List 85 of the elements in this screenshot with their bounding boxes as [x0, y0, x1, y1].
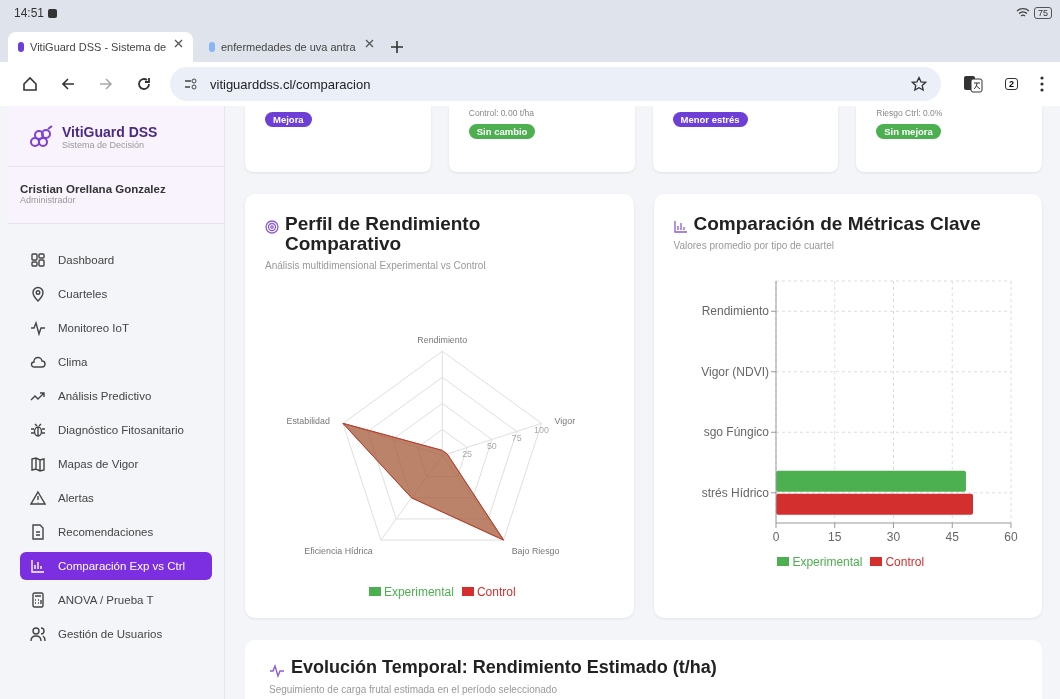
bug-icon [30, 422, 46, 438]
menu-icon[interactable] [1040, 76, 1044, 92]
notification-icon [48, 8, 58, 18]
favicon [209, 42, 215, 52]
close-icon[interactable] [174, 38, 183, 48]
document-icon [30, 524, 46, 540]
warning-icon [30, 490, 46, 506]
user-role: Administrador [20, 195, 77, 205]
axis-tick-label: 45 [945, 529, 959, 544]
axis-label: Estabilidad [286, 415, 330, 426]
nav-item[interactable]: Dashboard [20, 246, 212, 274]
battery-indicator: 75 [1034, 7, 1052, 19]
new-tab-icon[interactable] [390, 40, 404, 54]
axis-label: strés Hídrico [701, 485, 769, 500]
status-badge: Sin cambio [468, 124, 536, 139]
map-icon [30, 456, 46, 472]
dashboard-grid-icon [30, 252, 46, 268]
grapes-icon [28, 124, 54, 150]
axis-label: Eficiencia Hídrica [304, 545, 373, 556]
pulse-icon [30, 320, 46, 336]
home-icon[interactable] [22, 76, 38, 92]
status-badge: Menor estrés [672, 112, 748, 127]
bar-chart-icon [30, 558, 46, 574]
scale-label: 50 [486, 441, 497, 452]
card-title: Comparación de Métricas Clave [693, 214, 981, 234]
card-title: Perfil de Rendimiento Comparativo [285, 214, 482, 254]
scale-label: 25 [462, 449, 472, 460]
card-subtitle: Valores promedio por tipo de cuartel [673, 239, 835, 251]
axis-tick-label: 0 [772, 529, 780, 544]
scale-label: 75 [511, 433, 522, 444]
card-note: Control: 0.00 t/ha [468, 108, 534, 118]
nav-item[interactable]: Gestión de Usuarios [20, 620, 212, 648]
back-icon[interactable] [60, 76, 76, 92]
axis-label: Rendimiento [417, 335, 468, 346]
legend-item: Experimental [368, 584, 454, 599]
axis-tick-label: 60 [1004, 529, 1018, 544]
axis-label: Vigor (NDVI) [700, 364, 769, 379]
bar-chart-icon [673, 220, 688, 233]
cloud-icon [30, 354, 46, 370]
map-pin-icon [30, 286, 46, 302]
axis-tick-label: 15 [827, 529, 842, 544]
site-settings-icon[interactable] [184, 78, 198, 90]
nav-item[interactable]: ANOVA / Prueba T [20, 586, 212, 614]
bookmark-star-icon[interactable] [911, 76, 927, 92]
legend-item: Control [461, 584, 516, 599]
nav-item[interactable]: Alertas [20, 484, 212, 512]
calculator-icon [30, 592, 46, 608]
nav-item[interactable]: Clima [20, 348, 212, 376]
axis-label: sgo Fúngico [703, 425, 769, 440]
axis-label: Bajo Riesgo [511, 545, 560, 556]
axis-tick-label: 30 [886, 529, 900, 544]
reload-icon[interactable] [136, 76, 152, 92]
translate-icon[interactable] [963, 75, 983, 93]
nav-item[interactable]: Comparación Exp vs Ctrl [20, 552, 212, 580]
nav-item[interactable]: Cuarteles [20, 280, 212, 308]
card-title: Evolución Temporal: Rendimiento Estimado (t/ha) [291, 658, 717, 677]
nav-item[interactable]: Mapas de Vigor [20, 450, 212, 478]
nav-item[interactable]: Análisis Predictivo [20, 382, 212, 410]
card-note: Riesgo Ctrl: 0.0% [876, 108, 943, 118]
legend-item: Experimental [777, 554, 863, 569]
favicon [18, 42, 24, 52]
wifi-icon [1016, 8, 1030, 18]
status-badge: Mejora [265, 112, 312, 127]
address-bar[interactable]: vitiguarddss.cl/comparacion [170, 67, 941, 101]
pulse-icon [269, 664, 285, 678]
user-name: Cristian Orellana Gonzalez [20, 183, 167, 195]
close-icon[interactable] [365, 38, 374, 48]
app-name: VitiGuard DSS [62, 124, 158, 140]
card-subtitle: Análisis multidimensional Experimental vs Control [265, 259, 487, 271]
status-time: 14:51 [14, 6, 45, 20]
browser-tab[interactable]: enfermedades de uva antra [199, 32, 384, 62]
scale-label: 100 [534, 425, 549, 436]
nav-item[interactable]: Recomendaciones [20, 518, 212, 546]
browser-tab[interactable]: VitiGuard DSS - Sistema de [8, 32, 193, 62]
card-subtitle: Seguimiento de carga frutal estimada en el período seleccionado [269, 684, 558, 695]
status-badge: Sin mejora [876, 124, 941, 139]
nav-item[interactable]: Diagnóstico Fitosanitario [20, 416, 212, 444]
app-subtitle: Sistema de Decisión [62, 140, 146, 150]
legend-item: Control [870, 554, 925, 569]
tab-count-button[interactable]: 2 [1005, 78, 1018, 90]
axis-label: Rendimiento [701, 304, 769, 319]
axis-label: Vigor [554, 415, 576, 426]
target-icon [265, 220, 279, 234]
nav-item[interactable]: Monitoreo IoT [20, 314, 212, 342]
users-icon [30, 626, 46, 642]
